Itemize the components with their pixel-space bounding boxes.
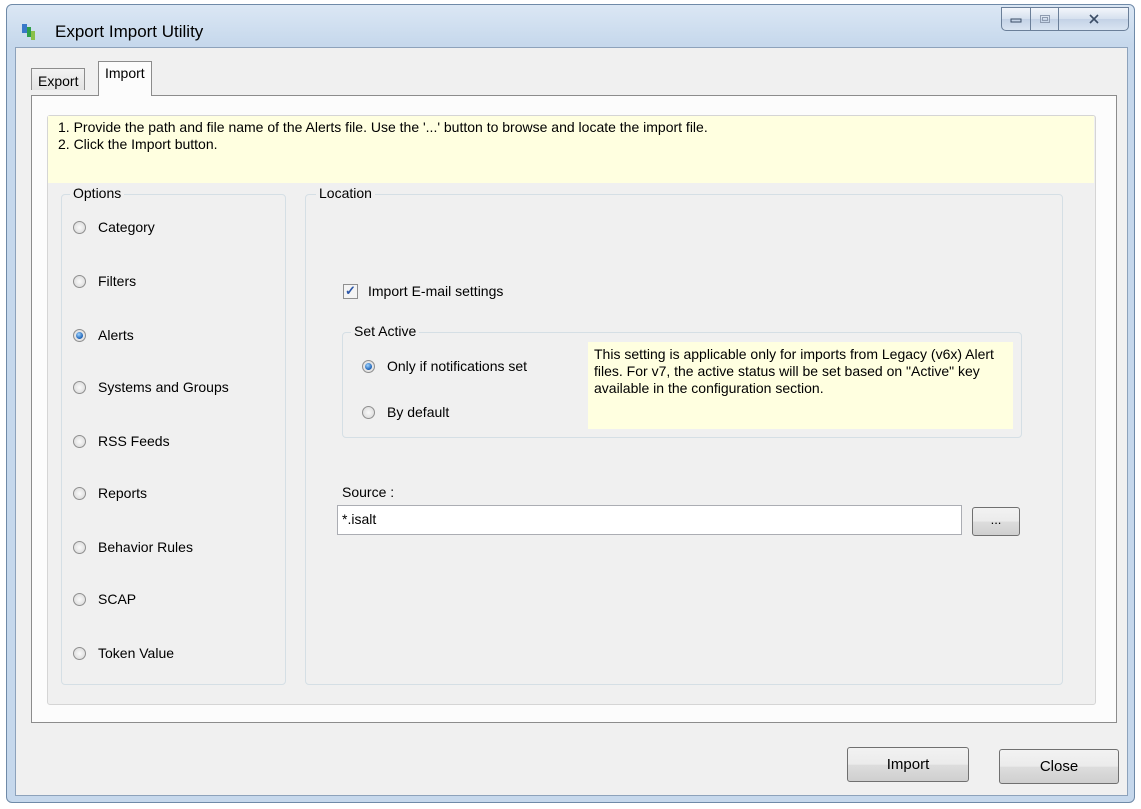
radio-icon — [73, 486, 86, 500]
window-controls — [1001, 7, 1129, 31]
instruction-line-1: 1. Provide the path and file name of the… — [58, 119, 708, 135]
tab-export-label: Export — [38, 73, 79, 89]
option-label: Token Value — [98, 645, 175, 661]
source-input[interactable]: *.isalt — [337, 505, 962, 535]
checkbox-checked-icon: ✓ — [343, 283, 358, 299]
option-label: RSS Feeds — [98, 433, 170, 449]
minimize-icon — [1010, 18, 1022, 23]
radio-icon — [73, 220, 86, 234]
legacy-note: This setting is applicable only for impo… — [588, 342, 1013, 429]
radio-icon — [73, 592, 86, 606]
tab-import-label: Import — [105, 65, 145, 81]
close-button[interactable]: Close — [999, 749, 1119, 784]
option-label: Reports — [98, 485, 148, 501]
title-bar: Export Import Utility — [7, 5, 1134, 53]
import-button-label: Import — [886, 756, 930, 773]
option-alerts[interactable]: Alerts — [73, 327, 134, 343]
instruction-line-2: 2. Click the Import button. — [58, 136, 218, 152]
radio-icon — [73, 274, 86, 288]
radio-icon — [73, 646, 86, 660]
import-email-checkbox[interactable]: ✓ Import E-mail settings — [343, 283, 503, 299]
radio-selected-icon — [362, 359, 375, 373]
option-rss-feeds[interactable]: RSS Feeds — [73, 433, 170, 449]
tab-import[interactable]: Import — [98, 61, 152, 96]
browse-button[interactable]: ... — [972, 507, 1020, 536]
close-button-label: Close — [1039, 758, 1079, 775]
options-legend: Options — [70, 185, 125, 201]
radio-icon — [73, 540, 86, 554]
option-scap[interactable]: SCAP — [73, 591, 136, 607]
set-active-option-label: By default — [387, 404, 450, 420]
source-label: Source : — [342, 484, 395, 500]
option-token-value[interactable]: Token Value — [73, 645, 174, 661]
minimize-button[interactable] — [1001, 7, 1031, 31]
app-icon — [22, 24, 35, 40]
instructions-banner: 1. Provide the path and file name of the… — [48, 116, 1094, 183]
location-legend: Location — [316, 185, 375, 201]
maximize-button[interactable] — [1031, 7, 1059, 31]
tab-export[interactable]: Export — [31, 68, 86, 90]
set-active-by-default[interactable]: By default — [362, 404, 449, 420]
import-email-label: Import E-mail settings — [368, 283, 504, 299]
option-category[interactable]: Category — [73, 219, 155, 235]
radio-icon — [73, 434, 86, 448]
window-title: Export Import Utility — [55, 22, 204, 41]
maximize-icon — [1039, 15, 1050, 23]
option-label: Alerts — [98, 327, 134, 343]
option-filters[interactable]: Filters — [73, 273, 136, 289]
option-label: Systems and Groups — [98, 379, 229, 395]
import-button[interactable]: Import — [847, 747, 969, 782]
radio-icon — [73, 380, 86, 394]
close-icon — [1088, 14, 1099, 24]
option-systems-and-groups[interactable]: Systems and Groups — [73, 379, 229, 395]
option-reports[interactable]: Reports — [73, 485, 147, 501]
option-label: SCAP — [98, 591, 137, 607]
close-window-button[interactable] — [1059, 7, 1129, 31]
set-active-only-if-notifications[interactable]: Only if notifications set — [362, 358, 527, 374]
set-active-option-label: Only if notifications set — [387, 358, 528, 374]
option-label: Category — [98, 219, 155, 235]
location-group: Location — [305, 185, 1063, 685]
option-label: Filters — [98, 273, 137, 289]
radio-icon — [362, 405, 375, 419]
option-behavior-rules[interactable]: Behavior Rules — [73, 539, 193, 555]
radio-selected-icon — [73, 328, 86, 342]
set-active-legend: Set Active — [351, 323, 420, 339]
option-label: Behavior Rules — [98, 539, 193, 555]
